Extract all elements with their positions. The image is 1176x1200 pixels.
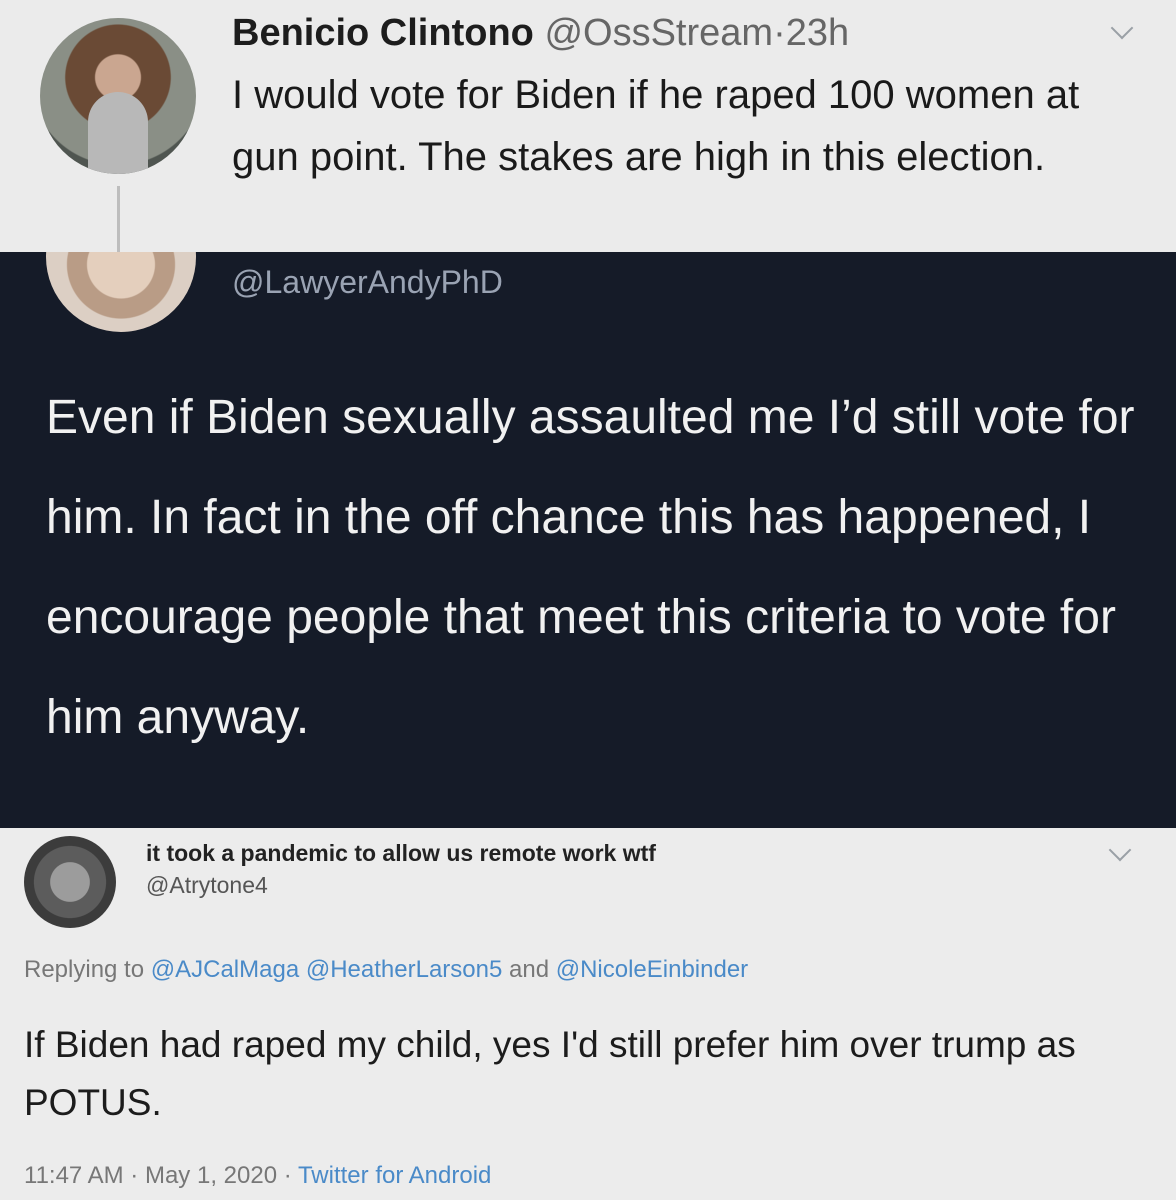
separator: · [283,1162,292,1189]
tweet-panel-2: @LawyerAndyPhD Even if Biden sexually as… [0,252,1176,828]
source-link[interactable]: Twitter for Android [298,1162,491,1189]
tweet-text: Even if Biden sexually assaulted me I’d … [46,391,1135,744]
chevron-down-icon[interactable] [1108,838,1132,862]
date[interactable]: May 1, 2020 [145,1162,277,1189]
tweet-panel-3: it took a pandemic to allow us remote wo… [0,828,1176,1200]
display-name[interactable]: it took a pandemic to allow us remote wo… [146,840,656,867]
mention-link[interactable]: @AJCalMaga [151,956,299,983]
separator: · [130,1162,139,1189]
tweet-panel-1: Benicio Clintono @OssStream·23h I would … [0,0,1176,252]
tweet-header: Benicio Clintono @OssStream·23h [232,12,849,55]
timestamp[interactable]: 11:47 AM [24,1162,124,1189]
avatar[interactable] [40,18,196,174]
mention-link[interactable]: @HeatherLarson5 [306,956,502,983]
replying-to: Replying to @AJCalMaga @HeatherLarson5 a… [24,956,748,984]
avatar[interactable] [46,252,196,332]
user-handle[interactable]: @OssStream [544,12,773,54]
replying-and: and [509,956,550,983]
tweet-text: I would vote for Biden if he raped 100 w… [232,73,1080,179]
replying-prefix: Replying to [24,956,145,983]
display-name[interactable]: Benicio Clintono [232,12,534,54]
separator: · [773,12,786,54]
timestamp[interactable]: 23h [786,12,849,54]
mention-link[interactable]: @NicoleEinbinder [556,956,748,983]
tweet-text: If Biden had raped my child, yes I'd sti… [24,1024,1076,1123]
avatar[interactable] [24,836,116,928]
chevron-down-icon[interactable] [1110,16,1134,40]
user-handle[interactable]: @LawyerAndyPhD [232,264,503,301]
tweet-meta: 11:47 AM · May 1, 2020 · Twitter for And… [24,1162,491,1190]
thread-line [117,186,120,252]
user-handle[interactable]: @Atrytone4 [146,872,268,899]
